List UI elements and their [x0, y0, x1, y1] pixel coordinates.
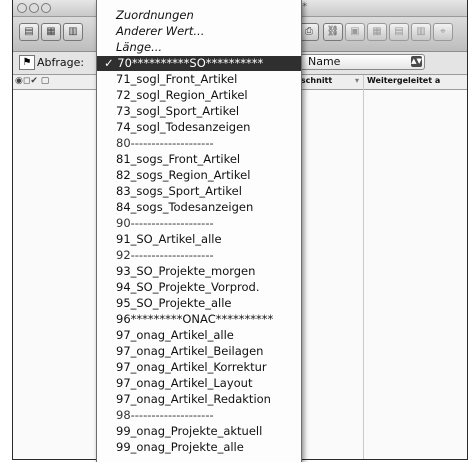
query-icon[interactable]: ⚑: [19, 55, 35, 70]
menu-item[interactable]: 91_SO_Artikel_alle: [97, 232, 301, 247]
menu-item[interactable]: 83_sogs_Sport_Artikel: [97, 184, 301, 199]
status-columns-icons[interactable]: ◉◻✔ ▢: [15, 76, 49, 86]
menu-item[interactable]: 71_sogl_Front_Artikel: [97, 72, 301, 87]
export-icon-button[interactable]: ▥: [411, 23, 431, 41]
popup-menu: Zuordnungen Anderer Wert... Länge... ✓ 7…: [96, 0, 302, 462]
record-icon-button[interactable]: ▤: [19, 23, 39, 41]
menu-separator-item[interactable]: 80--------------------: [97, 136, 301, 151]
menu-item-label: 70**********SO**********: [117, 56, 264, 70]
close-window-button[interactable]: [17, 3, 27, 13]
menu-item[interactable]: 99_onag_Projekte_aktuell: [97, 424, 301, 439]
menu-item[interactable]: 93_SO_Projekte_morgen: [97, 264, 301, 279]
menu-item-anderer-wert[interactable]: Anderer Wert...: [97, 24, 301, 39]
menu-item[interactable]: 81_sogs_Front_Artikel: [97, 152, 301, 167]
menu-item[interactable]: 97_onag_Artikel_Korrektur: [97, 360, 301, 375]
menu-separator-item[interactable]: 90--------------------: [97, 216, 301, 231]
sort-chevron-icon[interactable]: ▾: [355, 76, 359, 85]
field-select[interactable]: Name ▲▼: [297, 54, 425, 70]
menu-separator-item[interactable]: 98--------------------: [97, 408, 301, 423]
menu-item[interactable]: 82_sogs_Region_Artikel: [97, 168, 301, 183]
menu-separator-item[interactable]: 92--------------------: [97, 248, 301, 263]
checkmark-icon: ✓: [104, 56, 114, 70]
group-icon-button[interactable]: ▦: [367, 23, 387, 41]
menu-item[interactable]: 94_SO_Projekte_Vorprod.: [97, 280, 301, 295]
menu-item[interactable]: 97_onag_Artikel_Beilagen: [97, 344, 301, 359]
link-icon-button[interactable]: ⛓: [323, 23, 343, 41]
menu-item-zuordnungen[interactable]: Zuordnungen: [97, 8, 301, 23]
record-edit-icon-button[interactable]: ▦: [41, 23, 61, 41]
query-label: Abfrage:: [37, 56, 85, 69]
zoom-window-button[interactable]: [41, 3, 51, 13]
attach-icon-button[interactable]: ⌖: [433, 23, 453, 41]
column-header-weitergeleitet[interactable]: Weitergeleitet a: [367, 76, 440, 85]
menu-item[interactable]: 97_onag_Artikel_alle: [97, 328, 301, 343]
minimize-window-button[interactable]: [29, 3, 39, 13]
menu-item[interactable]: 97_onag_Artikel_Layout: [97, 376, 301, 391]
menu-item[interactable]: 99_onag_Projekte_alle: [97, 440, 301, 455]
field-select-value: Name: [308, 55, 341, 68]
menu-item[interactable]: 84_sogs_Todesanzeigen: [97, 200, 301, 215]
column-divider: [363, 75, 364, 459]
menu-item-selected[interactable]: ✓ 70**********SO**********: [97, 56, 301, 71]
menu-item[interactable]: 96*********ONAC**********: [97, 312, 301, 327]
menu-item[interactable]: 73_sogl_Sport_Artikel: [97, 104, 301, 119]
record-copy-icon-button[interactable]: ▥: [63, 23, 83, 41]
forward-icon-button[interactable]: ▤: [389, 23, 409, 41]
menu-item[interactable]: 74_sogl_Todesanzeigen: [97, 120, 301, 135]
menu-item[interactable]: 95_SO_Projekte_alle: [97, 296, 301, 311]
menu-item-laenge[interactable]: Länge...: [97, 40, 301, 55]
layout-icon-button[interactable]: ▣: [345, 23, 365, 41]
menu-item[interactable]: 72_sogl_Region_Artikel: [97, 88, 301, 103]
select-arrows-icon: ▲▼: [411, 56, 422, 67]
print-icon-button[interactable]: ⎙: [299, 23, 319, 41]
menu-item[interactable]: 97_onag_Artikel_Redaktion: [97, 392, 301, 407]
